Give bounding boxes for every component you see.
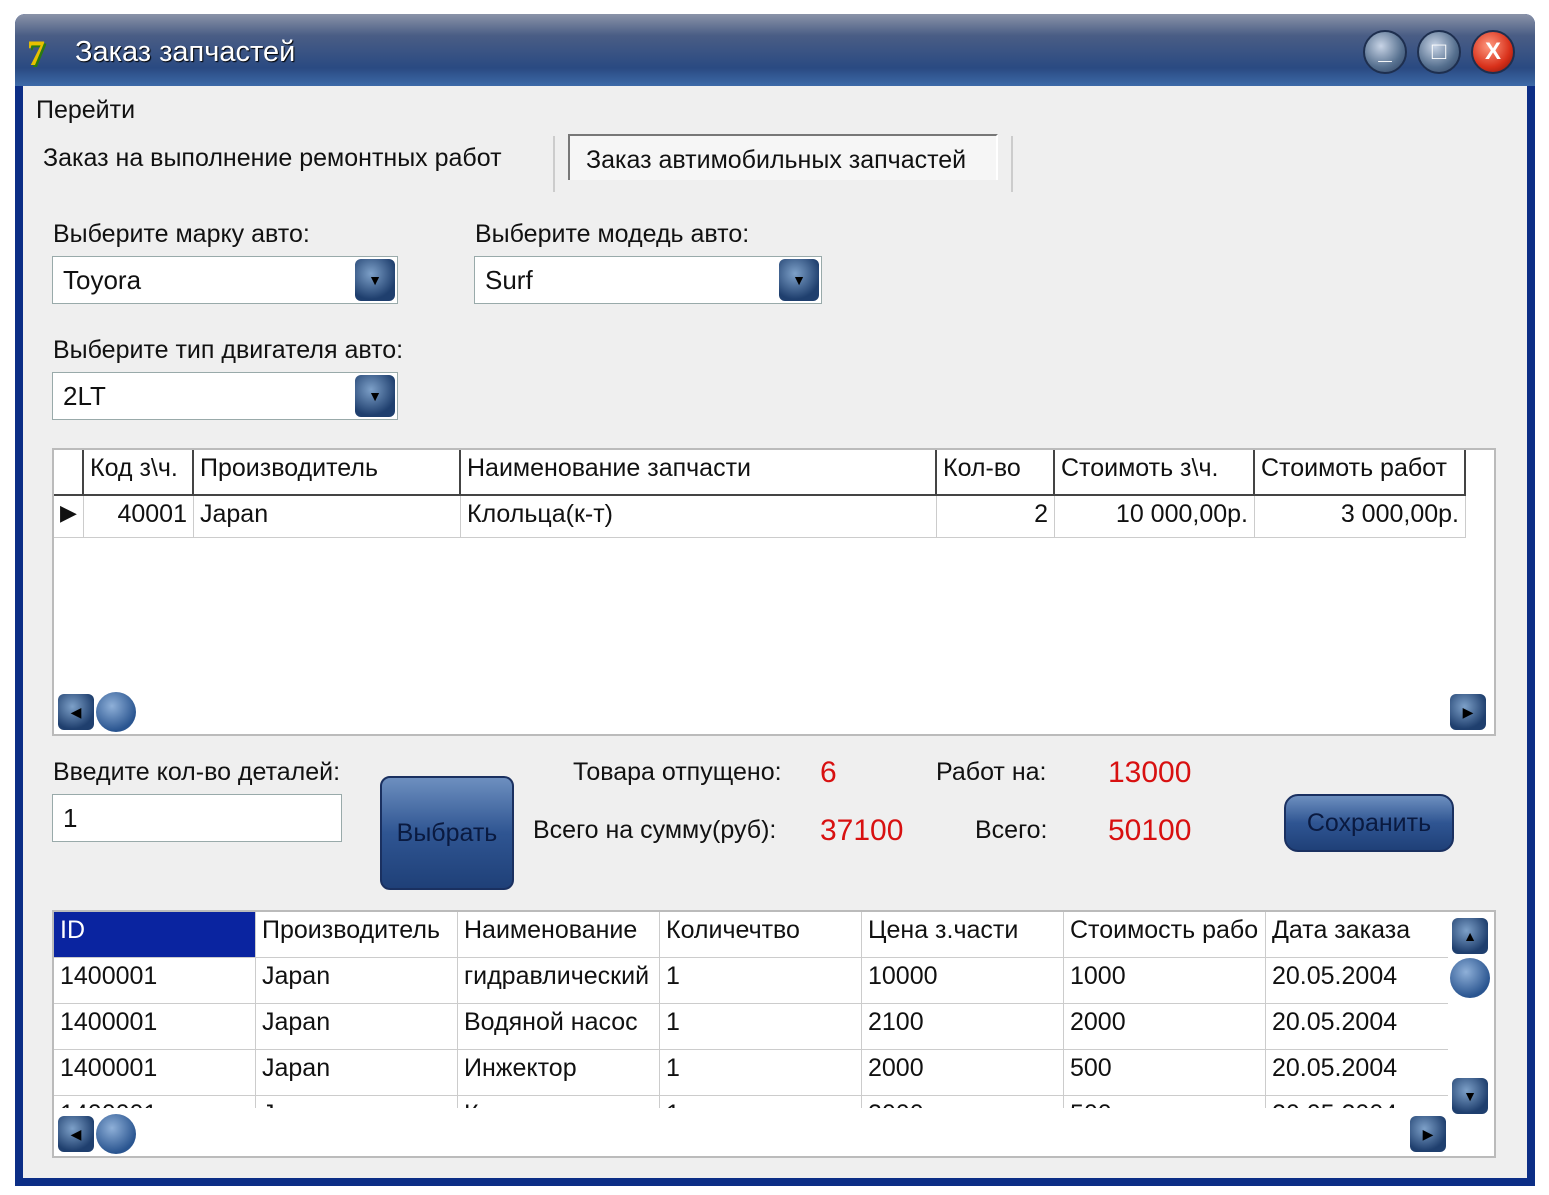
table-cell[interactable]: 1400001 [54,1004,256,1050]
table-cell[interactable]: 20.05.2004 [1266,1050,1448,1096]
released-label: Товара отпущено: [573,758,782,786]
scroll-left-button[interactable]: ◀ [58,1116,94,1152]
column-header[interactable]: Наименование [458,912,660,958]
column-header[interactable]: Кол-во [937,450,1055,496]
column-header[interactable]: ID [54,912,256,958]
orders-grid: ID1400001140000114000011400001Производит… [52,910,1496,1158]
table-cell[interactable]: Инжектор [458,1050,660,1096]
chevron-down-icon[interactable]: ▼ [355,375,395,417]
scroll-up-button[interactable]: ▲ [1452,918,1488,954]
table-cell[interactable]: гидравлический [458,958,660,1004]
title-bar[interactable]: 7 Заказ запчастей _ □ X [15,14,1535,86]
table-cell[interactable]: 1 [660,1096,862,1108]
table-cell[interactable]: 20.05.2004 [1266,1096,1448,1108]
table-cell[interactable]: 500 [1064,1096,1266,1108]
main-window: 7 Заказ запчастей _ □ X Перейти Заказ на… [15,14,1535,1186]
engine-combo[interactable]: 2LT ▼ [52,372,398,420]
engine-value: 2LT [63,381,106,411]
column-header[interactable]: Стоимоть работ [1255,450,1466,496]
table-cell[interactable]: 2000 [862,1096,1064,1108]
table-cell[interactable]: 1 [660,958,862,1004]
menu-goto[interactable]: Перейти [36,96,135,125]
parts-grid: Код з\ч. Производитель Наименование запч… [52,448,1496,736]
table-cell[interactable]: 10 000,00р. [1055,496,1255,538]
qty-input[interactable]: 1 [52,794,342,842]
table-cell[interactable]: 2000 [1064,1004,1266,1050]
scroll-right-button[interactable]: ▶ [1410,1116,1446,1152]
horizontal-scrollbar-thumb[interactable] [96,692,136,732]
tab-parts-order[interactable]: Заказ автимобильных запчастей [568,134,998,180]
table-cell[interactable]: Крестовина [458,1096,660,1108]
table-cell[interactable]: 500 [1064,1050,1266,1096]
horizontal-scrollbar-thumb[interactable] [96,1114,136,1154]
chevron-down-icon[interactable]: ▼ [355,259,395,301]
table-cell[interactable]: Japan [256,1096,458,1108]
window-title: Заказ запчастей [75,36,296,68]
save-button[interactable]: Сохранить [1284,794,1454,852]
scroll-left-button[interactable]: ◀ [58,694,94,730]
minimize-button[interactable]: _ [1363,30,1407,74]
model-combo[interactable]: Surf ▼ [474,256,822,304]
table-cell[interactable]: Клольца(к-т) [461,496,937,538]
total-value: 50100 [1108,814,1192,847]
column-header[interactable]: Стоимоть з\ч. [1055,450,1255,496]
sum-label: Всего на сумму(руб): [533,816,777,844]
table-cell[interactable]: 2000 [862,1050,1064,1096]
app-logo-icon: 7 [27,33,45,73]
table-cell[interactable]: 2 [937,496,1055,538]
table-cell[interactable]: Japan [256,958,458,1004]
column-header[interactable]: Стоимость рабо [1064,912,1266,958]
chevron-down-icon[interactable]: ▼ [779,259,819,301]
tab-repair-order[interactable]: Заказ на выполнение ремонтных работ [43,144,502,173]
table-cell[interactable]: 20.05.2004 [1266,958,1448,1004]
table-cell[interactable]: 20.05.2004 [1266,1004,1448,1050]
table-cell[interactable]: 40001 [84,496,194,538]
scroll-down-button[interactable]: ▼ [1452,1078,1488,1114]
column-header[interactable]: Производитель [194,450,461,496]
works-value: 13000 [1108,756,1192,789]
table-cell[interactable]: Водяной насос [458,1004,660,1050]
column-header[interactable]: Цена з.части [862,912,1064,958]
table-cell[interactable]: 3 000,00р. [1255,496,1466,538]
table-cell[interactable]: 1 [660,1050,862,1096]
current-row-arrow-icon: ▶ [54,496,84,538]
scroll-right-button[interactable]: ▶ [1450,694,1486,730]
sum-value: 37100 [820,814,904,847]
table-cell[interactable]: 1400001 [54,1050,256,1096]
table-cell[interactable]: Japan [194,496,461,538]
table-cell[interactable]: 1400001 [54,958,256,1004]
orders-grid-body: ID1400001140000114000011400001Производит… [54,912,1448,1108]
table-cell[interactable]: Japan [256,1004,458,1050]
total-label: Всего: [975,816,1048,844]
column-header[interactable]: Наименование запчасти [461,450,937,496]
row-indicator-header [54,450,84,496]
brand-combo[interactable]: Toyora ▼ [52,256,398,304]
model-label: Выберите модедь авто: [475,220,750,248]
table-cell[interactable]: Japan [256,1050,458,1096]
column-header[interactable]: Производитель [256,912,458,958]
model-value: Surf [485,265,533,295]
works-label: Работ на: [936,758,1047,786]
engine-label: Выберите тип двигателя авто: [53,336,404,364]
client-area: Перейти Заказ на выполнение ремонтных ра… [23,86,1527,1178]
select-button[interactable]: Выбрать [380,776,514,890]
brand-value: Toyora [63,265,142,295]
table-cell[interactable]: 1000 [1064,958,1266,1004]
table-cell[interactable]: 2100 [862,1004,1064,1050]
table-cell[interactable]: 10000 [862,958,1064,1004]
column-header[interactable]: Код з\ч. [84,450,194,496]
qty-label: Введите кол-во деталей: [53,758,341,786]
brand-label: Выберите марку авто: [53,220,310,248]
close-button[interactable]: X [1471,30,1515,74]
table-cell[interactable]: 1 [660,1004,862,1050]
column-header[interactable]: Количечтво [660,912,862,958]
vertical-scrollbar-thumb[interactable] [1450,958,1490,998]
released-value: 6 [820,756,837,789]
maximize-button[interactable]: □ [1417,30,1461,74]
column-header[interactable]: Дата заказа [1266,912,1448,958]
table-cell[interactable]: 1400001 [54,1096,256,1108]
